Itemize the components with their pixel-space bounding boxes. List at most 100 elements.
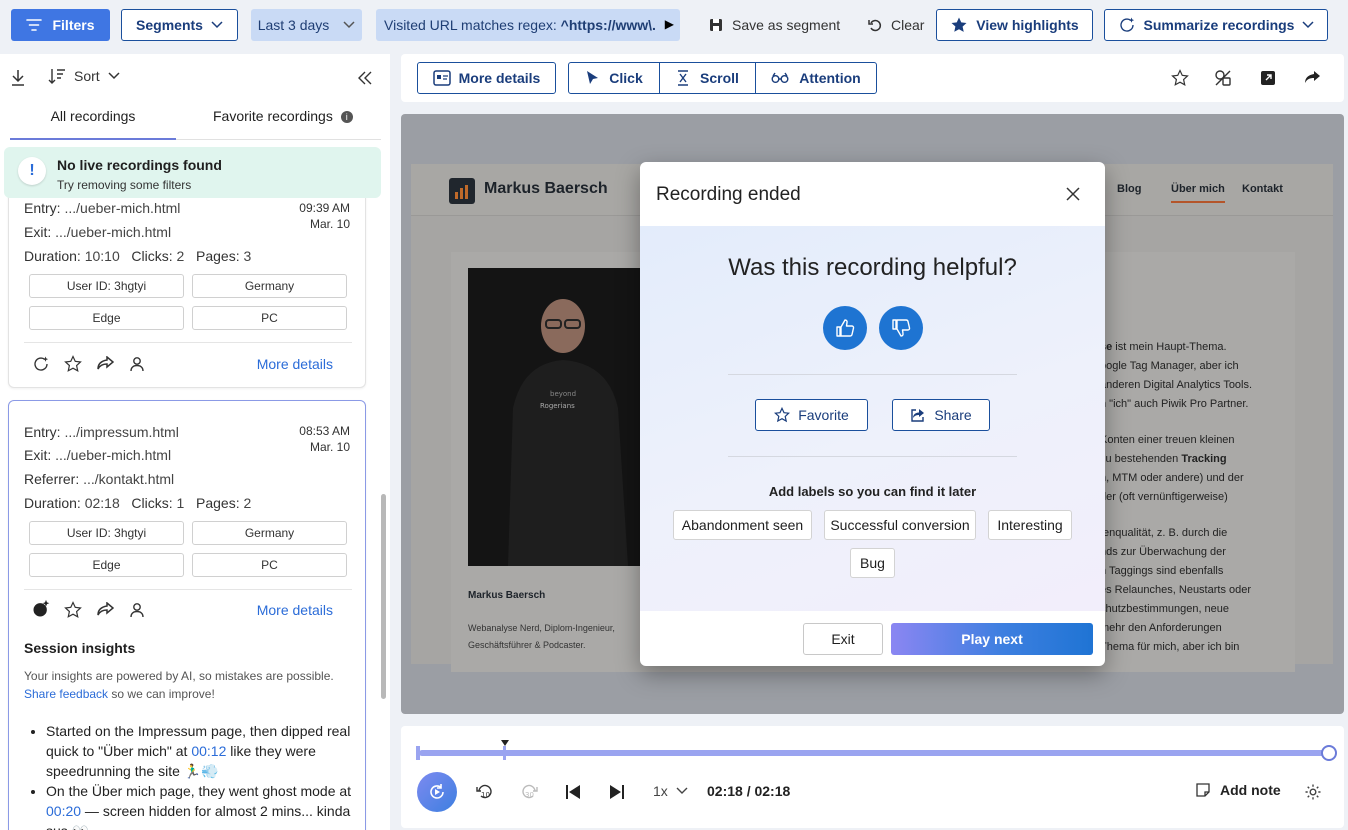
tab-favorite-recordings[interactable]: Favorite recordings i — [213, 102, 353, 140]
profile-photo: beyond Rogerians — [468, 268, 641, 566]
play-next-button[interactable]: Play next — [891, 623, 1093, 655]
tab-all-recordings[interactable]: All recordings — [10, 102, 176, 140]
chip-user-id[interactable]: User ID: 3hgtyi — [29, 274, 184, 298]
site-text-line: se ist mein Haupt-Thema. — [1100, 341, 1227, 353]
filters-button[interactable]: Filters — [11, 9, 110, 41]
site-text-line: mehr den Anforderungen — [1100, 622, 1222, 634]
recording-timestamp: 09:39 AM Mar. 10 — [299, 201, 350, 231]
attention-mode-button[interactable]: Attention — [756, 63, 876, 93]
scrollbar-thumb[interactable] — [381, 494, 386, 699]
insight-item: Started on the Impressum page, then dipp… — [46, 721, 356, 781]
more-details-link[interactable]: More details — [257, 602, 333, 618]
download-icon[interactable] — [8, 68, 28, 88]
hide-overlay-icon[interactable] — [1213, 68, 1233, 88]
segments-label: Segments — [136, 17, 203, 33]
more-details-label: More details — [458, 70, 541, 86]
user-icon[interactable] — [127, 354, 147, 374]
segments-dropdown[interactable]: Segments — [121, 9, 238, 41]
favorite-star-icon[interactable] — [1170, 68, 1190, 88]
click-mode-button[interactable]: Click — [569, 63, 660, 93]
chip-device[interactable]: PC — [192, 306, 347, 330]
summarize-icon[interactable] — [31, 354, 51, 374]
site-text-line: n, MTM oder andere) und der — [1100, 472, 1244, 484]
alert-icon: ! — [18, 157, 46, 185]
speed-dropdown[interactable]: 1x — [653, 783, 688, 799]
site-nav-contact: Kontakt — [1242, 183, 1283, 195]
close-icon[interactable] — [1063, 184, 1083, 204]
scroll-mode-button[interactable]: Scroll — [660, 63, 756, 93]
filter-icon — [26, 19, 43, 31]
chip-user-id[interactable]: User ID: 3hgtyi — [29, 521, 184, 545]
chip-browser[interactable]: Edge — [29, 553, 184, 577]
favorite-star-icon[interactable] — [63, 354, 83, 374]
save-segment-label: Save as segment — [732, 17, 841, 33]
chip-device[interactable]: PC — [192, 553, 347, 577]
save-segment-button[interactable]: Save as segment — [708, 9, 840, 41]
url-filter-pill[interactable]: Visited URL matches regex: ^https://www\… — [376, 9, 680, 41]
more-details-link[interactable]: More details — [257, 356, 333, 372]
favorite-button[interactable]: Favorite — [755, 399, 868, 431]
recording-timestamp: 08:53 AM Mar. 10 — [299, 424, 350, 454]
exit-row: Exit: .../ueber-mich.html — [24, 447, 172, 463]
share-button[interactable]: Share — [892, 399, 990, 431]
timestamp-link[interactable]: 00:20 — [46, 803, 81, 819]
exit-row: Exit: .../ueber-mich.html — [24, 224, 172, 240]
entry-url: .../impressum.html — [64, 424, 179, 440]
timeline-track[interactable] — [419, 750, 1329, 756]
share-icon[interactable] — [1302, 68, 1322, 88]
site-text-line: Thema für mich, aber ich bin — [1100, 641, 1240, 653]
replay-button[interactable] — [417, 772, 457, 812]
previous-icon[interactable] — [563, 782, 583, 802]
share-icon[interactable] — [95, 600, 115, 620]
recordings-panel: Sort All recordings Favorite recordings … — [0, 54, 390, 830]
settings-gear-icon[interactable] — [1303, 782, 1323, 802]
thumbs-up-button[interactable] — [823, 306, 867, 350]
user-icon[interactable] — [127, 600, 147, 620]
scroll-right-icon[interactable]: ▶ — [665, 17, 674, 31]
timeline-playhead[interactable] — [1321, 745, 1337, 761]
undo-icon — [868, 19, 882, 32]
collapse-panel-icon[interactable] — [355, 68, 375, 88]
exit-button[interactable]: Exit — [803, 623, 883, 655]
site-nav-about: Über mich — [1171, 183, 1225, 203]
thumbs-down-button[interactable] — [879, 306, 923, 350]
label-interesting[interactable]: Interesting — [988, 510, 1072, 540]
add-note-button[interactable]: Add note — [1196, 782, 1281, 798]
share-box-icon — [911, 409, 925, 422]
favorite-star-icon[interactable] — [63, 600, 83, 620]
chip-browser[interactable]: Edge — [29, 306, 184, 330]
label-abandonment[interactable]: Abandonment seen — [673, 510, 812, 540]
recording-card[interactable]: Entry: .../ueber-mich.html Exit: .../ueb… — [8, 190, 366, 388]
share-feedback-link[interactable]: Share feedback — [24, 687, 108, 701]
open-external-icon[interactable] — [1258, 68, 1278, 88]
sort-dropdown[interactable]: Sort — [48, 68, 120, 84]
label-bug[interactable]: Bug — [850, 548, 895, 578]
date-range-dropdown[interactable]: Last 3 days — [251, 9, 362, 41]
clear-button[interactable]: Clear — [867, 9, 924, 41]
summarize-recordings-button[interactable]: Summarize recordings — [1104, 9, 1328, 41]
timestamp-link[interactable]: 00:12 — [191, 743, 226, 759]
scroll-icon — [678, 70, 689, 86]
summarize-label: Summarize recordings — [1143, 17, 1295, 33]
summarize-active-icon[interactable] — [31, 599, 51, 619]
skip-forward-icon[interactable]: 30 — [519, 782, 539, 802]
share-icon[interactable] — [95, 354, 115, 374]
recording-card-selected[interactable]: Entry: .../impressum.html Exit: .../uebe… — [8, 400, 366, 830]
next-icon[interactable] — [607, 782, 627, 802]
label-successful-conversion[interactable]: Successful conversion — [824, 510, 976, 540]
skip-back-icon[interactable]: 10 — [475, 782, 495, 802]
site-text-line: zu bestehenden Tracking — [1100, 453, 1227, 465]
site-text-line: anderen Digital Analytics Tools. — [1100, 379, 1253, 391]
labels-title: Add labels so you can find it later — [768, 484, 977, 499]
divider — [728, 374, 1017, 375]
session-insights-title: Session insights — [24, 640, 136, 656]
notice-title: No live recordings found — [57, 157, 222, 173]
chip-country[interactable]: Germany — [192, 521, 347, 545]
chip-country[interactable]: Germany — [192, 274, 347, 298]
playback-controls: 10 30 1x 02:18 / 02:18 Add note — [401, 726, 1344, 828]
divider — [24, 589, 352, 590]
star-icon — [774, 407, 791, 423]
view-highlights-button[interactable]: View highlights — [936, 9, 1093, 41]
more-details-button[interactable]: More details — [417, 62, 556, 94]
tab-favorite-label: Favorite recordings — [213, 108, 333, 124]
